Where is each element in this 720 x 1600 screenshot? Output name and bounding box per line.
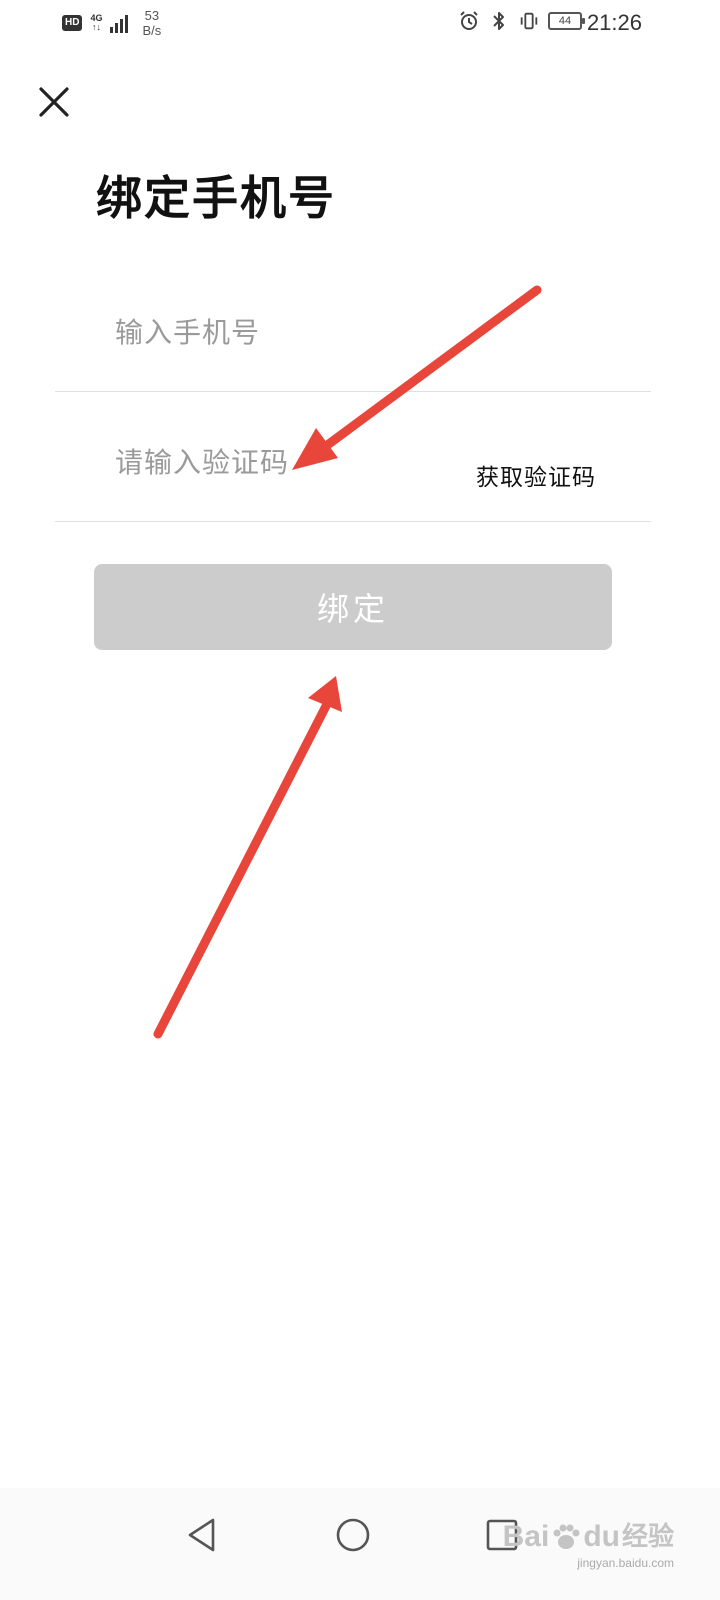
triangle-back-icon (188, 1518, 215, 1552)
data-arrows-icon: ↑↓ (91, 22, 101, 32)
close-icon (39, 87, 69, 117)
network-speed-unit: B/s (142, 23, 162, 38)
bind-button[interactable]: 绑定 (94, 564, 612, 650)
page-title: 绑定手机号 (96, 171, 336, 225)
network-speed: 53 B/s (142, 8, 161, 38)
baidu-jingyan-watermark: Bai du 经验 jingyan.baidu.com (503, 1520, 674, 1570)
status-bar: HD 4G ↑↓ 53 B/s 44 21:26 (0, 0, 720, 50)
hd-badge: HD (62, 15, 83, 31)
vibrate-icon (518, 10, 540, 32)
status-time: 21:26 (586, 10, 642, 35)
annotation-arrows (153, 285, 542, 1039)
phone-field-row (55, 262, 651, 392)
network-speed-value: 53 (144, 8, 160, 23)
watermark-brand-suffix: 经验 (621, 1522, 674, 1552)
watermark-brand-bai: Bai (502, 1520, 550, 1553)
status-bar-right: 44 (458, 10, 585, 32)
annotation-arrow-to-bind-button (153, 676, 342, 1039)
battery-level: 44 (558, 15, 572, 27)
status-bar-left: HD 4G ↑↓ 53 B/s (62, 8, 161, 38)
bluetooth-icon (488, 10, 510, 32)
paw-icon (553, 1524, 580, 1549)
verification-code-input[interactable] (115, 442, 475, 482)
watermark-brand-du: du (583, 1520, 620, 1553)
verification-code-row: 获取验证码 (55, 392, 651, 522)
battery-indicator: 44 (548, 12, 585, 30)
phone-input[interactable] (115, 312, 475, 352)
watermark-url: jingyan.baidu.com (577, 1556, 674, 1570)
get-code-button[interactable]: 获取验证码 (476, 458, 596, 492)
signal-strength-icon (110, 13, 129, 33)
nav-home-button[interactable] (328, 1510, 378, 1560)
network-type-indicator: 4G ↑↓ (90, 14, 102, 32)
close-button[interactable] (34, 82, 74, 122)
watermark-logo: Bai du 经验 (503, 1520, 674, 1554)
circle-home-icon (336, 1518, 370, 1552)
alarm-icon (458, 10, 480, 32)
nav-back-button[interactable] (177, 1510, 227, 1560)
